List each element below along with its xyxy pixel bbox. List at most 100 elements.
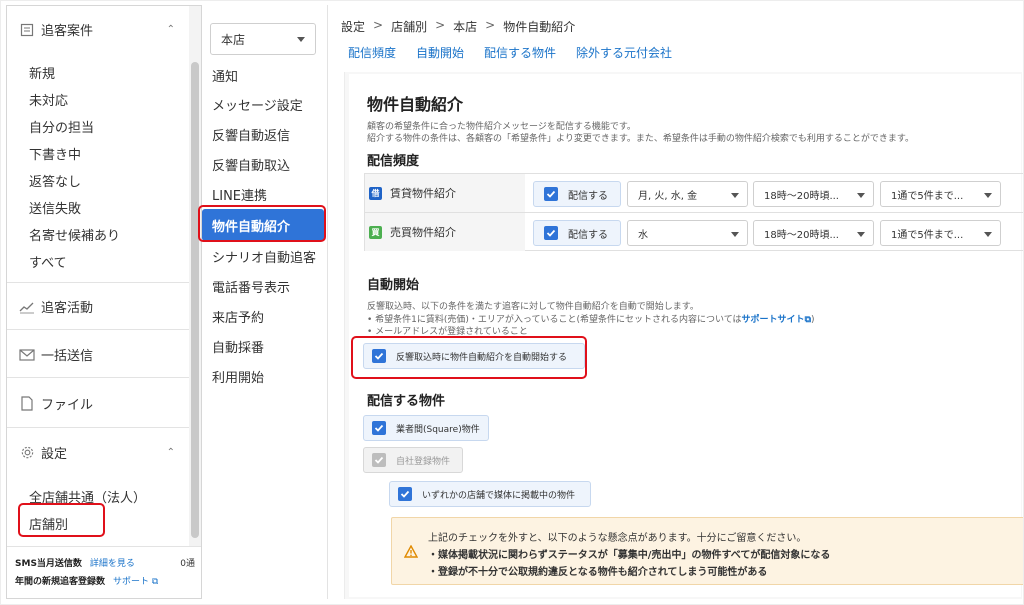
caret-down-icon bbox=[731, 193, 739, 198]
sidebar-divider bbox=[7, 427, 189, 428]
select-value: 1通で5件まで... bbox=[891, 229, 964, 241]
sidebar-section-file[interactable]: ファイル bbox=[7, 394, 189, 413]
chevron-up-icon[interactable]: ⌃ bbox=[167, 447, 175, 458]
sidebar-item-mine[interactable]: 自分の担当 bbox=[29, 117, 94, 136]
sidebar-section-tracking-cases[interactable]: 追客案件 ⌃ bbox=[7, 20, 189, 39]
annual-count-label: 年間の新規追客登録数 bbox=[15, 576, 106, 587]
external-link-icon: ⧉ bbox=[151, 576, 159, 587]
sale-deliver-checkbox[interactable]: 配信する bbox=[533, 220, 621, 246]
nav-item-message[interactable]: メッセージ設定 bbox=[212, 95, 303, 114]
sidebar-section-settings[interactable]: 設定 ⌃ bbox=[7, 443, 189, 462]
nav-item-notification[interactable]: 通知 bbox=[212, 66, 238, 85]
tab-frequency[interactable]: 配信頻度 bbox=[348, 44, 396, 61]
gear-icon bbox=[19, 445, 35, 461]
sale-time-select[interactable]: 18時〜20時頃... bbox=[753, 220, 874, 246]
nav-item-auto-import[interactable]: 反響自動取込 bbox=[212, 155, 290, 174]
caret-down-icon bbox=[984, 232, 992, 237]
sidebar-divider bbox=[7, 377, 189, 378]
sidebar-item-merge[interactable]: 名寄せ候補あり bbox=[29, 225, 120, 244]
caret-down-icon bbox=[297, 37, 305, 42]
auto-start-condition: • メールアドレスが登録されていること bbox=[367, 327, 528, 337]
caret-down-icon bbox=[857, 193, 865, 198]
frequency-row-label-text: 賃貸物件紹介 bbox=[390, 187, 456, 200]
sale-days-select[interactable]: 水 bbox=[627, 220, 748, 246]
sidebar-item-no-reply[interactable]: 返答なし bbox=[29, 171, 81, 190]
sidebar-item-all[interactable]: すべて bbox=[29, 252, 67, 271]
frequency-row-sale: 買 売買物件紹介 配信する 水 18時〜20時頃... 1通で5件まで... bbox=[365, 213, 1024, 252]
sidebar-scrollbar-thumb[interactable] bbox=[191, 62, 199, 538]
sidebar-item-unhandled[interactable]: 未対応 bbox=[29, 90, 68, 109]
rental-time-select[interactable]: 18時〜20時頃... bbox=[753, 181, 874, 207]
store-select[interactable]: 本店 bbox=[210, 23, 316, 55]
breadcrumb-separator: > bbox=[435, 18, 446, 32]
breadcrumb-separator: > bbox=[485, 18, 496, 32]
rental-badge-icon: 借 bbox=[369, 186, 382, 200]
support-link[interactable]: サポート ⧉ bbox=[113, 574, 158, 587]
select-value: 月, 火, 水, 金 bbox=[638, 190, 698, 202]
section-heading-deliver-properties: 配信する物件 bbox=[367, 394, 446, 409]
sms-count-value: 0通 bbox=[180, 558, 195, 569]
breadcrumb-item[interactable]: 店舗別 bbox=[391, 18, 427, 35]
media-listed-checkbox[interactable]: いずれかの店舗で媒体に掲載中の物件 bbox=[389, 481, 591, 507]
caret-down-icon bbox=[984, 193, 992, 198]
square-properties-checkbox[interactable]: 業者間(Square)物件 bbox=[363, 415, 489, 441]
tab-auto-start[interactable]: 自動開始 bbox=[416, 44, 464, 61]
warning-text: ・登録が不十分で公取規約違反となる物件も紹介されてしまう可能性がある bbox=[428, 567, 768, 578]
clipboard-icon bbox=[19, 22, 35, 38]
caret-down-icon bbox=[857, 232, 865, 237]
breadcrumb-item[interactable]: 本店 bbox=[453, 18, 477, 35]
rental-count-select[interactable]: 1通で5件まで... bbox=[880, 181, 1001, 207]
section-heading-auto-start: 自動開始 bbox=[367, 278, 420, 293]
nav-item-phone[interactable]: 電話番号表示 bbox=[212, 277, 290, 296]
nav-item-line[interactable]: LINE連携 bbox=[212, 185, 267, 204]
checkbox-checked-icon bbox=[398, 487, 412, 501]
sidebar-divider bbox=[7, 282, 189, 283]
frequency-table: 借 賃貸物件紹介 配信する 月, 火, 水, 金 18時〜20時頃... 1通で… bbox=[364, 173, 1024, 251]
sidebar-item-new[interactable]: 新規 bbox=[29, 63, 55, 82]
sidebar-scrollbar[interactable] bbox=[189, 6, 201, 551]
settings-nav: 本店 通知 メッセージ設定 反響自動返信 反響自動取込 LINE連携 物件自動紹… bbox=[202, 5, 328, 599]
sidebar-item-by-store[interactable]: 店舗別 bbox=[29, 514, 68, 533]
checkbox-label: 配信する bbox=[568, 229, 608, 241]
breadcrumb-item[interactable]: 設定 bbox=[341, 18, 365, 35]
rental-deliver-checkbox[interactable]: 配信する bbox=[533, 181, 621, 207]
checkbox-label: いずれかの店舗で媒体に掲載中の物件 bbox=[422, 490, 576, 501]
checkbox-checked-disabled-icon bbox=[372, 453, 386, 467]
checkbox-label: 自社登録物件 bbox=[396, 456, 451, 467]
warning-box: 上記のチェックを外すと、以下のような懸念点があります。十分にご留意ください。 ・… bbox=[391, 517, 1024, 585]
nav-item-scenario[interactable]: シナリオ自動追客 bbox=[212, 247, 316, 266]
nav-item-numbering[interactable]: 自動採番 bbox=[212, 337, 264, 356]
checkbox-label: 業者間(Square)物件 bbox=[396, 424, 480, 435]
nav-item-auto-reply[interactable]: 反響自動返信 bbox=[212, 125, 290, 144]
checkbox-label: 反響取込時に物件自動紹介を自動開始する bbox=[396, 352, 568, 363]
sidebar-item-failed[interactable]: 送信失敗 bbox=[29, 198, 81, 217]
support-site-link[interactable]: サポートサイト⧉ bbox=[742, 315, 811, 325]
section-heading-frequency: 配信頻度 bbox=[367, 154, 420, 169]
warning-text: 上記のチェックを外すと、以下のような懸念点があります。十分にご留意ください。 bbox=[428, 533, 807, 544]
left-sidebar: 追客案件 ⌃ 新規 未対応 自分の担当 下書き中 返答なし 送信失敗 名寄せ候補… bbox=[6, 5, 202, 599]
sidebar-item-drafts[interactable]: 下書き中 bbox=[29, 144, 81, 163]
chevron-up-icon[interactable]: ⌃ bbox=[167, 24, 175, 35]
own-properties-checkbox: 自社登録物件 bbox=[363, 447, 463, 473]
nav-item-start[interactable]: 利用開始 bbox=[212, 367, 264, 386]
sms-detail-link[interactable]: 詳細を見る bbox=[90, 556, 135, 569]
tab-properties[interactable]: 配信する物件 bbox=[484, 44, 556, 61]
rental-days-select[interactable]: 月, 火, 水, 金 bbox=[627, 181, 748, 207]
nav-item-auto-intro[interactable]: 物件自動紹介 bbox=[202, 209, 324, 241]
sale-count-select[interactable]: 1通で5件まで... bbox=[880, 220, 1001, 246]
breadcrumb-separator: > bbox=[373, 18, 384, 32]
sidebar-footer: SMS当月送信数 詳細を見る 0通 年間の新規追客登録数 サポート ⧉ bbox=[7, 546, 201, 598]
auto-start-checkbox[interactable]: 反響取込時に物件自動紹介を自動開始する bbox=[363, 343, 585, 369]
sidebar-section-activity[interactable]: 追客活動 bbox=[7, 297, 189, 316]
frequency-row-rental: 借 賃貸物件紹介 配信する 月, 火, 水, 金 18時〜20時頃... 1通で… bbox=[365, 174, 1024, 213]
condition-text: ) bbox=[811, 315, 815, 325]
sidebar-item-all-stores[interactable]: 全店舗共通（法人） bbox=[29, 487, 146, 506]
nav-item-visit[interactable]: 来店予約 bbox=[212, 307, 264, 326]
sidebar-section-label: 追客活動 bbox=[41, 301, 94, 316]
tab-excluded[interactable]: 除外する元付会社 bbox=[576, 44, 672, 61]
frequency-row-label: 借 賃貸物件紹介 bbox=[365, 174, 525, 212]
sidebar-section-bulk-send[interactable]: 一括送信 bbox=[7, 345, 189, 364]
section-tabs: 配信頻度 自動開始 配信する物件 除外する元付会社 bbox=[348, 44, 672, 61]
sms-count-label: SMS当月送信数 bbox=[15, 558, 82, 569]
breadcrumb-current: 物件自動紹介 bbox=[503, 20, 576, 34]
